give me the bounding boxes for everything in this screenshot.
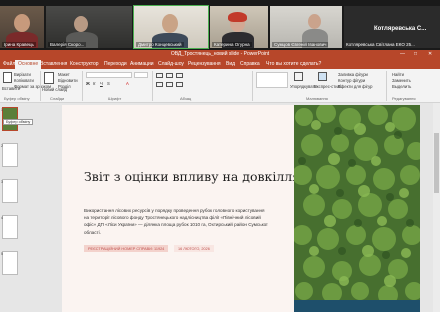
quick-styles-button[interactable]: Експрес-стилі xyxy=(314,84,341,89)
font-name-select[interactable] xyxy=(86,72,132,78)
participant-name: Сумцов Євгеній Іванович xyxy=(272,42,329,47)
font-color-icon[interactable]: A xyxy=(126,81,129,86)
group-label-clipboard: Буфер обміну xyxy=(4,96,30,101)
align-right-icon[interactable] xyxy=(176,82,183,87)
quick-styles-icon[interactable] xyxy=(318,72,327,81)
group-label-paragraph: Абзац xyxy=(180,96,192,101)
maximize-icon[interactable]: □ xyxy=(414,51,417,57)
reset-button[interactable]: Відновити xyxy=(58,78,78,83)
group-label-slides: Слайди xyxy=(50,96,65,101)
shapes-gallery[interactable] xyxy=(256,72,288,88)
slide-title[interactable]: Звіт з оцінки впливу на довкілля xyxy=(84,169,300,184)
tab-insert[interactable]: Вставлення xyxy=(40,61,67,67)
video-tile-active-speaker[interactable]: Дмитро Концевський xyxy=(133,5,209,49)
participant-name: Дмитро Концевський xyxy=(136,42,184,47)
registration-number-badge[interactable]: РЕЄСТРАЦІЙНИЙ НОМЕР СПРАВИ: 11924 xyxy=(84,245,169,252)
select-button[interactable]: Выделить xyxy=(392,84,411,89)
divider xyxy=(152,71,153,101)
numbering-icon[interactable] xyxy=(166,73,173,78)
replace-button[interactable]: Заменить xyxy=(392,78,411,83)
workspace: 1 2 3 4 5 Буфер обміну Звіт з оцінки впл… xyxy=(0,103,440,312)
slide-thumbnail[interactable]: 5 xyxy=(1,251,18,275)
slide-thumbnail[interactable]: 4 xyxy=(1,215,18,239)
paste-button[interactable]: Вставити xyxy=(2,86,20,91)
slide-accent-band xyxy=(294,300,420,312)
tooltip: Буфер обміну xyxy=(3,119,34,125)
bold-icon[interactable]: Ж xyxy=(86,81,90,86)
video-tile[interactable]: Сумцов Євгеній Іванович xyxy=(270,6,342,48)
window-title: ОВД_Тростянець_новий slide - PowerPoint xyxy=(170,51,270,57)
participant-name: Котляревська Світлана ЕКО 25... xyxy=(346,42,415,47)
video-tile[interactable]: Ірина Кравець xyxy=(0,6,44,48)
tab-view[interactable]: Вид xyxy=(226,61,235,67)
vertical-scrollbar[interactable] xyxy=(433,103,440,312)
underline-icon[interactable]: Ч xyxy=(100,81,103,86)
copy-button[interactable]: Копіювати xyxy=(14,78,34,83)
paste-icon[interactable] xyxy=(3,72,12,83)
divider xyxy=(40,71,41,101)
tab-transitions[interactable]: Переходи xyxy=(104,61,127,67)
layout-button[interactable]: Макет xyxy=(58,72,70,77)
tab-help[interactable]: Справка xyxy=(240,61,260,67)
slide-thumbnail[interactable]: 2 xyxy=(1,143,18,167)
section-button[interactable]: Розділ xyxy=(58,84,71,89)
presenter-name-large: Котляревська С... xyxy=(374,26,427,32)
font-size-select[interactable] xyxy=(134,72,148,78)
tab-file[interactable]: Файл xyxy=(3,61,15,67)
shape-fill-button[interactable]: Заливка фігури xyxy=(338,72,368,77)
find-button[interactable]: Найти xyxy=(392,72,404,77)
cut-button[interactable]: Вирізати xyxy=(14,72,31,77)
divider xyxy=(82,71,83,101)
group-label-font: Шрифт xyxy=(108,96,122,101)
ribbon-home: Вирізати Копіювати Формат за зразком Вст… xyxy=(0,69,440,103)
group-label-editing: Редагування xyxy=(392,96,416,101)
close-icon[interactable]: ✕ xyxy=(428,51,432,57)
scrollbar-thumb[interactable] xyxy=(434,133,439,193)
tab-review[interactable]: Рецензування xyxy=(188,61,221,67)
minimize-icon[interactable]: — xyxy=(400,51,405,57)
tab-slideshow[interactable]: Слайд-шоу xyxy=(158,61,184,67)
shape-effects-button[interactable]: Ефекти для фігур xyxy=(338,84,372,89)
participant-name: Валерія Скоро... xyxy=(48,42,87,47)
window-titlebar: ОВД_Тростянець_новий slide - PowerPoint … xyxy=(0,50,440,59)
video-tile[interactable]: Валерія Скоро... xyxy=(46,6,132,48)
date-badge[interactable]: 16 ЛЮТОГО, 2026 xyxy=(174,245,214,252)
screen: Ірина Кравець Валерія Скоро... Дмитро Ко… xyxy=(0,0,440,312)
participant-name: Ірина Кравець xyxy=(2,42,36,47)
ribbon-tabs: Файл Основне Вставлення Конструктор Пере… xyxy=(0,59,440,69)
new-slide-icon[interactable] xyxy=(44,72,54,84)
video-call-strip: Ірина Кравець Валерія Скоро... Дмитро Ко… xyxy=(0,0,440,50)
italic-icon[interactable]: К xyxy=(93,81,95,86)
forest-photo[interactable] xyxy=(292,105,420,312)
group-label-drawing: Малювання xyxy=(306,96,328,101)
presenter-tile[interactable]: Котляревська С... Котляревська Світлана … xyxy=(344,6,440,48)
divider xyxy=(386,71,387,101)
divider xyxy=(252,71,253,101)
arrange-button[interactable]: Упорядкувати xyxy=(290,84,317,89)
tell-me-search[interactable]: Что вы хотите сделать? xyxy=(266,61,321,67)
participant-name: Катерина Огурна xyxy=(212,42,252,47)
slide-thumbnails-panel: 1 2 3 4 5 Буфер обміну xyxy=(0,103,34,312)
video-tile[interactable]: Катерина Огурна xyxy=(210,6,268,48)
forest-canopy-image xyxy=(292,105,420,312)
align-left-icon[interactable] xyxy=(156,82,163,87)
tab-home[interactable]: Основне xyxy=(15,60,42,69)
strikethrough-icon[interactable]: S xyxy=(107,81,110,86)
slide-canvas[interactable]: Звіт з оцінки впливу на довкілля Викорис… xyxy=(62,105,420,312)
arrange-icon[interactable] xyxy=(294,72,303,81)
bullets-icon[interactable] xyxy=(156,73,163,78)
indent-icon[interactable] xyxy=(176,73,183,78)
align-center-icon[interactable] xyxy=(166,82,173,87)
slide-thumbnail[interactable]: 3 xyxy=(1,179,18,203)
shape-outline-button[interactable]: Контур фігури xyxy=(338,78,365,83)
tab-animations[interactable]: Анимации xyxy=(130,61,154,67)
tab-design[interactable]: Конструктор xyxy=(70,61,99,67)
slide-body-text[interactable]: Використання лісових ресурсів у порядку … xyxy=(84,207,269,236)
